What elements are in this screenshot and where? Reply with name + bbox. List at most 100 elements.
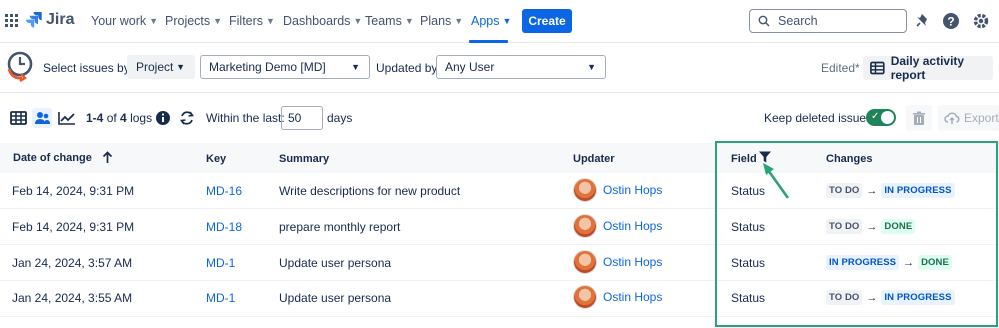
nav-filters[interactable]: Filters ▼ — [229, 14, 275, 28]
column-date-of-change[interactable]: Date of change — [13, 151, 113, 164]
svg-text:?: ? — [947, 15, 954, 29]
chevron-down-icon: ▼ — [149, 16, 159, 26]
updated-by-label: Updated by: — [376, 61, 441, 75]
delete-button[interactable] — [906, 105, 932, 131]
column-key[interactable]: Key — [206, 153, 226, 165]
project-dropdown[interactable]: Marketing Demo [MD] ▼ — [200, 55, 370, 79]
cell-summary: Write descriptions for new product — [279, 184, 461, 198]
cell-summary: Update user persona — [279, 256, 392, 270]
chevron-down-icon: ▼ — [266, 16, 275, 26]
cell-summary: Update user persona — [279, 291, 392, 305]
select-by-value: Project — [136, 60, 174, 74]
annotation-arrow-icon — [763, 163, 790, 199]
chevron-down-icon: ▼ — [454, 16, 464, 26]
updater-name: Ostin Hops — [603, 255, 663, 269]
search-placeholder: Search — [778, 14, 818, 28]
column-label: Date of change — [13, 151, 92, 164]
jira-logo[interactable]: Jira — [26, 11, 74, 29]
project-value: Marketing Demo [MD] — [209, 60, 326, 74]
settings-gear-icon[interactable] — [971, 11, 991, 31]
avatar — [573, 250, 597, 274]
export-button[interactable]: Export — [938, 105, 999, 131]
avatar — [573, 285, 597, 309]
nav-label: Dashboards — [283, 14, 351, 28]
edited-indicator: Edited* — [821, 61, 860, 75]
chevron-down-icon: ▼ — [502, 16, 512, 26]
log-count: 1-4 of 4 logs — [86, 111, 152, 125]
export-label: Export — [964, 111, 999, 125]
nav-label: Plans — [420, 14, 452, 28]
issue-key-link[interactable]: MD-1 — [206, 256, 235, 270]
log-unit: logs — [130, 111, 153, 125]
cell-date: Jan 24, 2024, 3:55 AM — [12, 291, 133, 305]
updater-link[interactable]: Ostin Hops — [573, 285, 662, 309]
within-last-label: Within the last: — [206, 111, 285, 125]
nav-teams[interactable]: Teams ▼ — [365, 14, 414, 28]
table-view-icon[interactable] — [8, 108, 28, 128]
chevron-down-icon: ▼ — [587, 62, 596, 72]
updater-link[interactable]: Ostin Hops — [573, 214, 662, 238]
nav-label: Filters — [229, 14, 264, 28]
cell-date: Feb 14, 2024, 9:31 PM — [12, 220, 135, 234]
nav-label: Apps — [471, 14, 500, 28]
log-total: 4 — [120, 111, 127, 125]
trash-icon — [913, 111, 925, 125]
updated-by-value: Any User — [445, 60, 495, 74]
avatar — [573, 214, 597, 238]
updater-link[interactable]: Ostin Hops — [573, 250, 662, 274]
chevron-down-icon: ▼ — [351, 62, 360, 72]
search-input[interactable]: Search — [749, 9, 907, 33]
highlight-box — [715, 141, 998, 327]
nav-label: Your work — [91, 14, 147, 28]
keep-deleted-label: Keep deleted issues — [764, 111, 873, 125]
select-by-dropdown[interactable]: Project ▼ — [127, 55, 195, 79]
column-updater[interactable]: Updater — [573, 153, 615, 165]
brand-name: Jira — [46, 11, 75, 28]
nav-apps[interactable]: Apps ▼ — [471, 14, 511, 28]
users-view-icon[interactable] — [32, 108, 52, 128]
column-summary[interactable]: Summary — [279, 153, 329, 165]
chevron-down-icon: ▼ — [176, 62, 185, 72]
nav-dashboards[interactable]: Dashboards ▼ — [283, 14, 362, 28]
days-unit-label: days — [327, 111, 353, 125]
updater-name: Ostin Hops — [603, 183, 663, 197]
nav-plans[interactable]: Plans ▼ — [420, 14, 463, 28]
days-input[interactable]: 50 — [281, 106, 323, 130]
chevron-down-icon: ▼ — [353, 16, 363, 26]
issue-key-link[interactable]: MD-16 — [206, 184, 242, 198]
updater-name: Ostin Hops — [603, 290, 663, 304]
chevron-down-icon: ▼ — [404, 16, 414, 26]
issue-key-link[interactable]: MD-1 — [206, 291, 235, 305]
info-icon[interactable] — [154, 109, 172, 127]
notifications-icon[interactable] — [912, 11, 932, 31]
cell-summary: prepare monthly report — [279, 220, 401, 234]
issue-key-link[interactable]: MD-18 — [206, 220, 242, 234]
nav-label: Teams — [365, 14, 402, 28]
table-icon — [870, 61, 885, 75]
cloud-upload-icon — [944, 112, 960, 124]
app-switcher-icon[interactable] — [5, 14, 18, 27]
cell-date: Jan 24, 2024, 3:57 AM — [12, 256, 133, 270]
daily-activity-report-button[interactable]: Daily activity report — [863, 54, 993, 82]
create-button[interactable]: Create — [522, 9, 572, 33]
updater-link[interactable]: Ostin Hops — [573, 178, 662, 202]
keep-deleted-toggle[interactable]: ✓ — [866, 109, 896, 126]
toggle-knob — [881, 111, 894, 124]
chevron-down-icon: ▼ — [213, 16, 223, 26]
nav-projects[interactable]: Projects ▼ — [165, 14, 222, 28]
app-logo-clock-icon — [7, 51, 33, 83]
refresh-icon[interactable] — [178, 109, 196, 127]
updated-by-dropdown[interactable]: Any User ▼ — [436, 55, 606, 79]
jira-mark-icon — [26, 12, 42, 28]
search-icon — [758, 15, 770, 27]
log-of: of — [106, 111, 117, 125]
help-icon[interactable]: ? — [941, 11, 961, 31]
avatar — [573, 178, 597, 202]
report-button-label: Daily activity report — [890, 54, 965, 82]
nav-label: Projects — [165, 14, 211, 28]
sort-ascending-icon[interactable] — [102, 151, 113, 164]
nav-your-work[interactable]: Your work ▼ — [91, 14, 158, 28]
cell-date: Feb 14, 2024, 9:31 PM — [12, 184, 135, 198]
chart-view-icon[interactable] — [57, 108, 77, 128]
updater-name: Ostin Hops — [603, 219, 663, 233]
